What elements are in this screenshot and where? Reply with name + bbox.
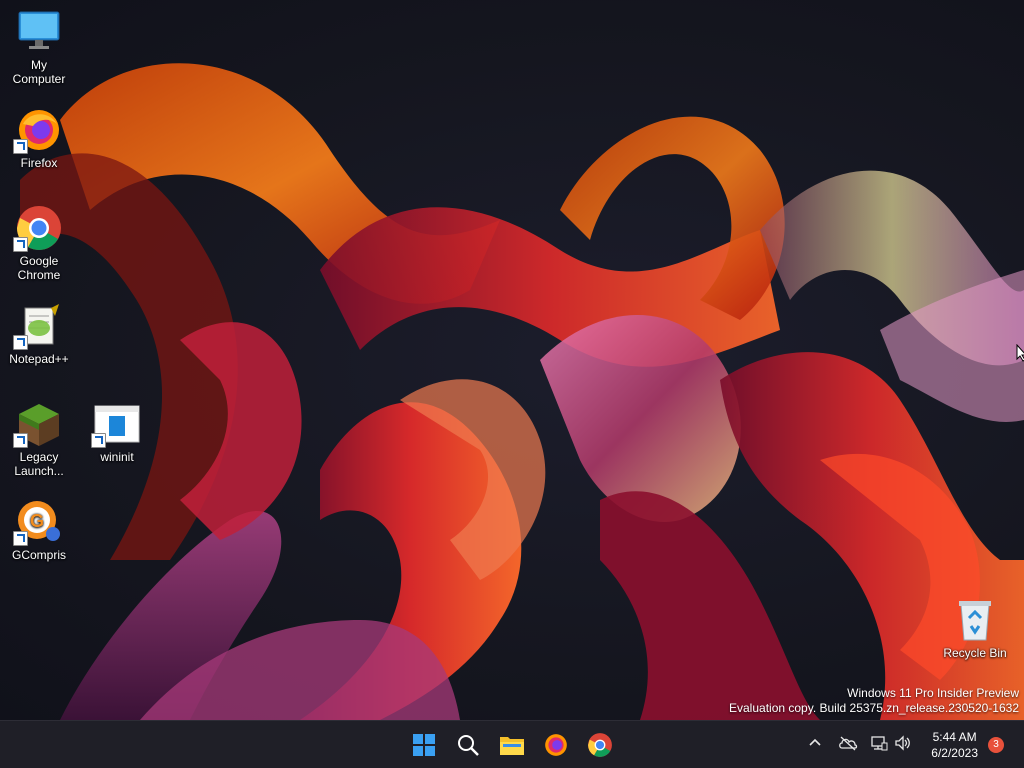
clock-time: 5:44 AM (932, 730, 977, 744)
desktop-icon-legacy-launcher[interactable]: Legacy Launch... (1, 400, 77, 478)
taskbar-clock[interactable]: 5:44 AM 6/2/2023 (931, 729, 978, 761)
window-icon (91, 400, 141, 448)
desktop-icon-label: GCompris (11, 548, 66, 562)
desktop-icon-wininit[interactable]: wininit (79, 400, 155, 464)
desktop-icon-label: Notepad++ (9, 352, 69, 366)
shortcut-arrow-icon (13, 433, 28, 448)
clock-date: 6/2/2023 (931, 746, 978, 760)
chrome-icon (588, 733, 612, 757)
search-button[interactable] (450, 727, 486, 763)
shortcut-arrow-icon (91, 433, 106, 448)
windows-watermark: Windows 11 Pro Insider Preview Evaluatio… (729, 686, 1019, 716)
start-icon (413, 734, 435, 756)
gcompris-icon: G (13, 498, 63, 546)
shortcut-arrow-icon (13, 531, 28, 546)
network-status[interactable] (870, 735, 888, 754)
taskbar: 5:44 AM 6/2/2023 3 (0, 720, 1024, 768)
search-icon (458, 735, 479, 756)
onedrive-status[interactable] (838, 735, 858, 754)
firefox-icon (545, 734, 567, 756)
desktop-wallpaper (0, 0, 1024, 720)
firefox-taskbar-button[interactable] (538, 727, 574, 763)
notepadpp-icon (13, 302, 63, 350)
desktop-icon-google-chrome[interactable]: Google Chrome (1, 204, 77, 282)
svg-text:G: G (30, 511, 44, 531)
speaker-icon (895, 735, 910, 751)
notification-badge[interactable]: 3 (988, 737, 1004, 753)
watermark-edition: Windows 11 Pro Insider Preview (847, 686, 1019, 700)
file-explorer-icon (500, 737, 524, 755)
file-explorer-button[interactable] (494, 727, 530, 763)
cloud-offline-icon (839, 736, 858, 751)
desktop-icon-my-computer[interactable]: My Computer (1, 8, 77, 86)
desktop-icon-recycle-bin[interactable]: Recycle Bin (937, 596, 1013, 660)
firefox-icon (13, 106, 63, 154)
recycle-bin-icon (951, 596, 999, 644)
shortcut-arrow-icon (13, 335, 28, 350)
desktop-icon-label: Google Chrome (17, 254, 61, 282)
monitor-icon (15, 8, 63, 56)
desktop-icon-gcompris[interactable]: G GCompris (1, 498, 77, 562)
chevron-up-icon (809, 738, 821, 746)
shortcut-arrow-icon (13, 139, 28, 154)
start-button[interactable] (406, 727, 442, 763)
chrome-taskbar-button[interactable] (582, 727, 618, 763)
network-icon (871, 736, 888, 751)
desktop-icon-label: Legacy Launch... (14, 450, 64, 478)
mouse-cursor-icon (1016, 344, 1024, 362)
desktop-icon-label: My Computer (12, 58, 66, 86)
desktop-icon-label: Firefox (20, 156, 58, 170)
chrome-icon (13, 204, 63, 252)
minecraft-icon (13, 400, 63, 448)
tray-overflow-chevron[interactable] (808, 735, 822, 752)
desktop-icon-firefox[interactable]: Firefox (1, 106, 77, 170)
desktop-icon-label: Recycle Bin (943, 646, 1007, 660)
watermark-build: Evaluation copy. Build 25375.zn_release.… (729, 701, 1019, 715)
desktop-icon-label: wininit (100, 450, 134, 464)
volume-control[interactable] (894, 735, 912, 754)
shortcut-arrow-icon (13, 237, 28, 252)
desktop-icon-notepadpp[interactable]: Notepad++ (1, 302, 77, 366)
